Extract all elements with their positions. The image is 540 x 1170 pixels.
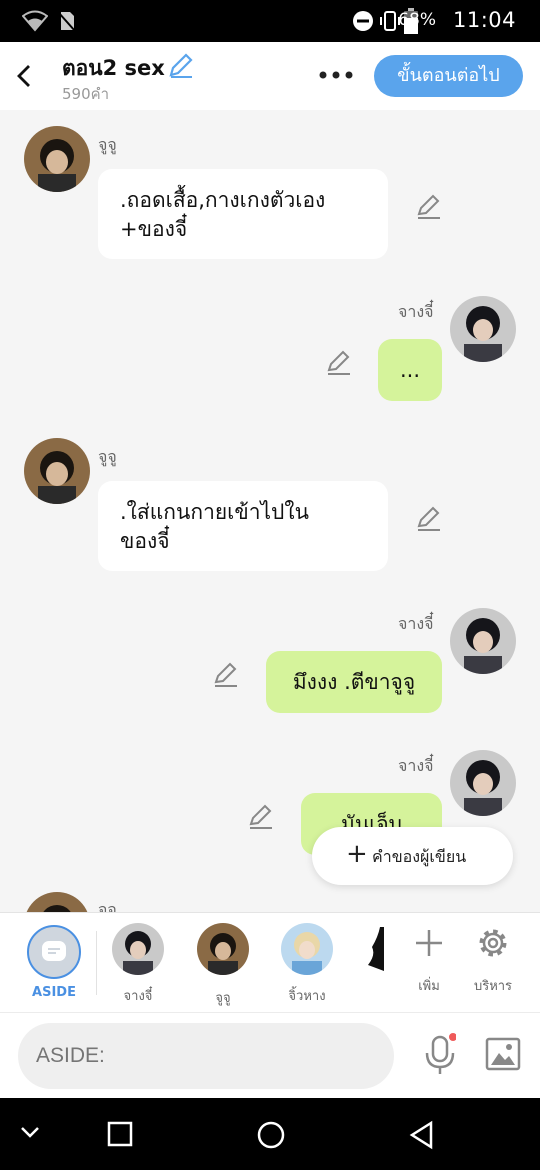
edit-message-icon[interactable] [213, 662, 239, 688]
character-label: จางจี๋ [123, 989, 153, 1004]
recent-apps-icon[interactable] [107, 1121, 133, 1147]
character-jangji[interactable] [112, 923, 164, 975]
message-bubble[interactable]: มึงงง .ตีขาจูจู [266, 651, 442, 713]
avatar-jangji[interactable] [450, 750, 516, 816]
character-bar: ASIDE จางจี๋ จูจู จิ้วหาง เพิ่ม บริหาร [0, 912, 540, 1013]
manage-label: บริหาร [473, 979, 513, 994]
avatar-juju[interactable] [24, 438, 90, 504]
avatar-jangji[interactable] [450, 608, 516, 674]
avatar-juju[interactable] [24, 126, 90, 192]
edit-message-icon[interactable] [248, 804, 274, 830]
edit-message-icon[interactable] [416, 194, 442, 220]
divider [96, 931, 97, 995]
edit-message-icon[interactable] [416, 506, 442, 532]
sender-name: จางจี๋ [398, 302, 434, 321]
back-icon[interactable] [14, 62, 36, 90]
more-options-icon[interactable] [318, 70, 354, 80]
status-bar: 68% 11:04 [0, 0, 540, 42]
clock: 11:04 [452, 8, 516, 32]
avatar-jangji[interactable] [450, 296, 516, 362]
sender-name: จางจี๋ [398, 756, 434, 775]
header: ตอน2 sex 590คำ ขั้นตอนต่อไป [0, 42, 540, 110]
navigation-bar [0, 1098, 540, 1170]
character-label: จูจู [215, 991, 231, 1006]
episode-title: ตอน2 sex [62, 56, 165, 80]
vibrate-icon [380, 11, 400, 31]
settings-gear-icon[interactable] [477, 927, 509, 959]
home-icon[interactable] [256, 1120, 286, 1150]
aside-label: ASIDE [32, 985, 76, 1000]
character-partial[interactable] [366, 927, 384, 971]
author-note-label: คำของผู้เขียน [372, 847, 467, 866]
sender-name: จางจี๋ [398, 614, 434, 633]
plus-icon: + [346, 839, 368, 869]
aside-input[interactable] [18, 1023, 394, 1089]
aside-button[interactable] [27, 925, 81, 979]
author-note-button[interactable]: + คำของผู้เขียน [312, 827, 513, 885]
edit-message-icon[interactable] [326, 350, 352, 376]
message-bubble[interactable]: .ถอดเสื้อ,กางเกงตัวเอง +ของจี๋ [98, 169, 388, 259]
edit-title-icon[interactable] [168, 52, 194, 78]
word-count: 590คำ [62, 85, 110, 103]
chevron-down-icon[interactable] [20, 1125, 40, 1139]
dnd-icon [353, 11, 373, 31]
sender-name: จูจู [98, 447, 117, 466]
chat-bubble-icon [42, 941, 66, 961]
character-label: จิ้วหาง [288, 989, 326, 1004]
add-icon[interactable] [414, 928, 444, 958]
wifi-icon [22, 10, 48, 32]
character-juju[interactable] [197, 923, 249, 975]
microphone-icon[interactable] [424, 1033, 456, 1077]
message-bubble[interactable]: .ใส่แกนกายเข้าไปใน ของจี๋ [98, 481, 388, 571]
back-nav-icon[interactable] [408, 1120, 434, 1150]
input-bar [0, 1012, 540, 1099]
next-step-button[interactable]: ขั้นตอนต่อไป [374, 55, 523, 97]
no-sim-icon [58, 12, 76, 32]
character-jiuhang[interactable] [281, 923, 333, 975]
image-icon[interactable] [485, 1037, 521, 1071]
sender-name: จูจู [98, 135, 117, 154]
battery-percent: 68% [398, 10, 436, 30]
message-bubble[interactable]: ... [378, 339, 442, 401]
